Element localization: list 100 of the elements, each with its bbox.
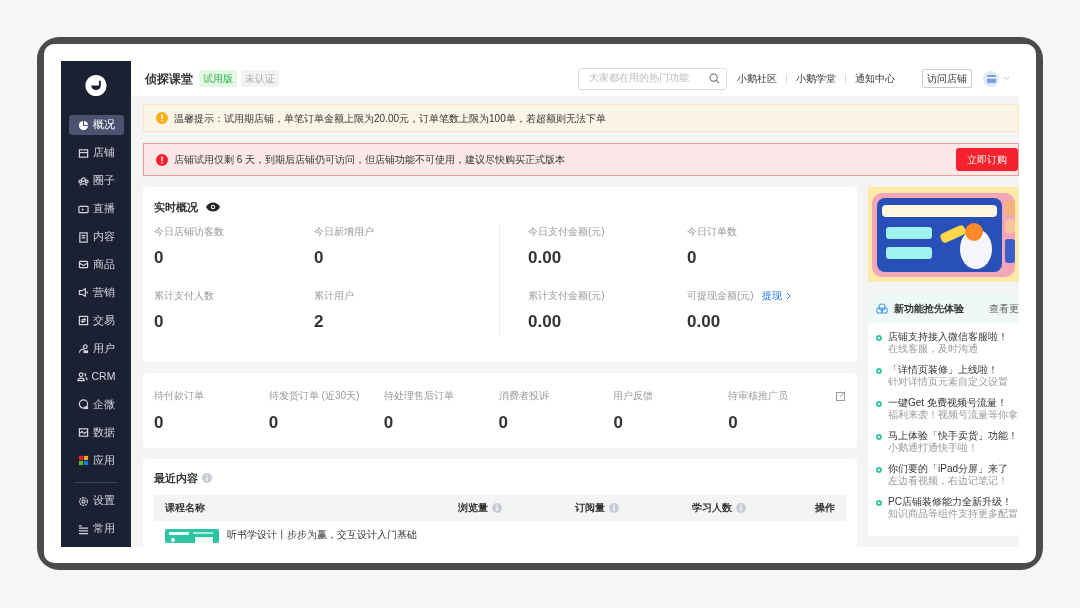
- column-header: 课程名称: [165, 501, 205, 515]
- stat-label: 可提现金额(元): [687, 289, 754, 303]
- nav-link-text[interactable]: 小鹅社区: [728, 71, 786, 86]
- feature-item[interactable]: 「详情页装修」上线啦！ 针对详情页元素自定义设置: [868, 364, 1019, 397]
- sidebar-item[interactable]: 圈子: [68, 171, 124, 192]
- stat-label: 用户反馈: [613, 389, 654, 403]
- sidebar-item[interactable]: 内容: [68, 226, 124, 248]
- section-title: 实时概况: [154, 200, 198, 215]
- stat-value: 0: [728, 411, 739, 434]
- chart-icon: [77, 426, 89, 438]
- section-title: 新功能抢先体验: [894, 301, 964, 316]
- nav-link-text[interactable]: 小鹅学堂: [787, 71, 845, 86]
- feature-item[interactable]: 店铺支持接入微信客服啦！ 在线客服，及时沟通: [868, 331, 1019, 364]
- settings-icon: [77, 495, 89, 507]
- sidebar-item[interactable]: 常用: [68, 519, 124, 540]
- stat-value: 2: [314, 311, 325, 333]
- feature-subtitle: 知识商品等组件支持更多配置: [888, 508, 1018, 520]
- avatar[interactable]: [983, 70, 999, 87]
- sidebar-item[interactable]: 交易: [68, 310, 124, 331]
- notice-text: 温馨提示：试用期店铺，单笔订单金额上限为20.00元，订单笔数上限为100单，若超额则无法下单: [174, 111, 606, 126]
- stat-value: 0: [498, 411, 509, 434]
- stat-label: 消费者投诉: [498, 389, 549, 403]
- info-icon[interactable]: [202, 473, 212, 484]
- stat-value: 0.00: [528, 246, 563, 269]
- feature-title: 你们要的「iPad分屏」来了: [888, 463, 1008, 475]
- stat-label: 累计支付人数: [154, 289, 214, 303]
- stat-label: 待发货订单 (近30天): [268, 389, 360, 403]
- status-tag: 试用版: [199, 70, 237, 87]
- app-grid-icon: [77, 454, 89, 466]
- feature-title: 「详情页装修」上线啦！: [888, 364, 999, 376]
- error-icon: [156, 153, 168, 166]
- sidebar-item[interactable]: 数据: [68, 422, 124, 443]
- nav-link-text[interactable]: 通知中心: [846, 71, 904, 86]
- course-title[interactable]: 听书学设计丨步步为赢，交互设计入门基础: [227, 528, 417, 541]
- edit-icon[interactable]: [836, 391, 846, 401]
- feature-subtitle: 针对详情页元素自定义设置: [888, 376, 1008, 388]
- document-icon: [77, 231, 89, 243]
- warning-icon: [156, 112, 168, 124]
- megaphone-icon: [77, 287, 89, 299]
- order-button[interactable]: 立即订购: [956, 148, 1018, 171]
- sidebar-item[interactable]: 应用: [68, 450, 124, 471]
- stat-label: 今日新增用户: [314, 224, 374, 239]
- sidebar-item[interactable]: 企微: [68, 394, 124, 415]
- cloud-icon: [876, 302, 888, 314]
- feature-item[interactable]: 你们要的「iPad分屏」来了 左边看视频，右边记笔记！: [868, 463, 1019, 496]
- visit-store-button[interactable]: 访问店铺: [922, 69, 972, 88]
- logo-icon: [85, 75, 107, 97]
- feature-title: 店铺支持接入微信客服啦！: [888, 331, 1008, 343]
- eye-icon[interactable]: [206, 202, 220, 213]
- exchange-icon: [77, 315, 89, 327]
- feature-item[interactable]: 一键Get 免费视频号流量！ 福利来袭！视频号流量等你拿: [868, 397, 1019, 430]
- stat-value: 0: [154, 246, 165, 269]
- sidebar-item[interactable]: 用户: [68, 338, 124, 359]
- stat-value: 0.00: [528, 311, 563, 333]
- feature-subtitle: 在线客服，及时沟通: [888, 343, 979, 355]
- column-header: 订阅量: [575, 501, 605, 515]
- stat-value: 0: [383, 411, 395, 434]
- stat-value: 0: [613, 411, 624, 434]
- box-icon: [77, 259, 89, 271]
- feature-title: 马上体验「快手卖货」功能！: [888, 430, 1018, 442]
- stat-value: 0: [314, 246, 325, 269]
- column-header: 操作: [815, 501, 835, 515]
- more-link[interactable]: 查看更: [989, 300, 1019, 316]
- stat-label: 今日店铺访客数: [154, 224, 224, 239]
- shop-name: 侦探课堂: [145, 70, 193, 88]
- user-icon: [77, 343, 89, 355]
- stat-value: 0: [154, 411, 165, 434]
- store-icon: [986, 74, 996, 83]
- sidebar-item[interactable]: 设置: [68, 491, 124, 512]
- withdraw-link[interactable]: 提现: [761, 288, 791, 303]
- stat-label: 待处理售后订单: [383, 389, 454, 403]
- search-icon[interactable]: [709, 73, 720, 84]
- info-icon[interactable]: [492, 502, 502, 513]
- feature-item[interactable]: 马上体验「快手卖货」功能！ 小鹅通打通快手啦！: [868, 430, 1019, 463]
- stat-label: 今日支付金额(元): [528, 224, 605, 239]
- section-title: 最近内容: [154, 471, 198, 486]
- sidebar-item[interactable]: CRM: [68, 366, 124, 387]
- stat-value: 0: [687, 246, 698, 269]
- chat-icon: [77, 399, 89, 411]
- sidebar-item[interactable]: 商品: [68, 254, 124, 276]
- sidebar-item[interactable]: 概况: [68, 115, 124, 136]
- stat-label: 待付款订单: [154, 389, 204, 403]
- store-icon: [77, 147, 89, 159]
- stat-value: 0: [268, 411, 280, 434]
- feature-item[interactable]: PC店铺装修能力全新升级！ 知识商品等组件支持更多配置: [868, 496, 1019, 529]
- stat-value: 0: [154, 311, 165, 333]
- group-icon: [77, 175, 89, 187]
- sidebar-item[interactable]: 店铺: [68, 143, 124, 164]
- users-icon: [76, 371, 88, 383]
- column-header: 学习人数: [692, 501, 732, 515]
- feature-subtitle: 左边看视频，右边记笔记！: [888, 475, 1008, 487]
- stat-label: 累计支付金额(元): [528, 289, 605, 303]
- list-icon: [77, 523, 89, 535]
- info-icon[interactable]: [736, 502, 746, 513]
- column-header: 浏览量: [458, 501, 488, 515]
- sidebar-item[interactable]: 直播: [68, 198, 124, 220]
- sidebar-item[interactable]: 营销: [68, 282, 124, 303]
- status-tag: 未认证: [241, 70, 279, 87]
- info-icon[interactable]: [609, 502, 619, 513]
- caret-icon[interactable]: [1003, 76, 1010, 81]
